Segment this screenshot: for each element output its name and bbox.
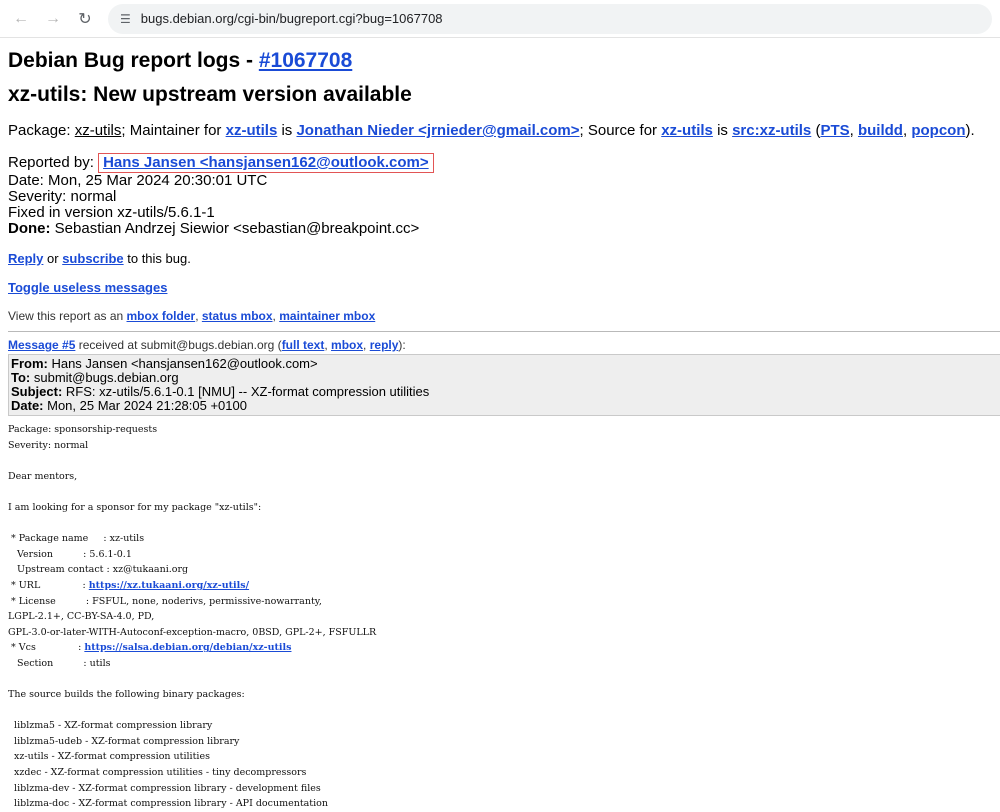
url-text: bugs.debian.org/cgi-bin/bugreport.cgi?bu… — [140, 11, 443, 26]
popcon-link[interactable]: popcon — [911, 122, 965, 139]
vcs-link[interactable]: https://salsa.debian.org/debian/xz-utils — [84, 642, 291, 653]
bug-number-link[interactable]: #1067708 — [259, 49, 352, 72]
forward-arrow-icon[interactable]: → — [40, 6, 66, 32]
src-link[interactable]: src:xz-utils — [732, 122, 811, 139]
severity: Severity: normal — [8, 188, 117, 205]
is-text: is — [277, 122, 297, 139]
header-date: Date: Mon, 25 Mar 2024 21:28:05 +0100 — [11, 399, 1000, 413]
paren-close: ). — [965, 122, 975, 139]
maintainer-package-link[interactable]: xz-utils — [226, 122, 278, 139]
page-title: Debian Bug report logs - #1067708 — [8, 48, 1000, 74]
view-prefix: View this report as an — [8, 309, 127, 323]
view-report-line: View this report as an mbox folder, stat… — [8, 309, 1000, 323]
message-body: Package: sponsorship-requests Severity: … — [8, 422, 1000, 812]
comma: , — [363, 338, 370, 352]
message-header-line: Message #5 received at submit@bugs.debia… — [8, 338, 1000, 352]
bug-info: Reported by: Hans Jansen <hansjansen162@… — [8, 153, 1000, 237]
paren-close: ): — [398, 338, 406, 352]
full-text-link[interactable]: full text — [282, 338, 325, 352]
done-label: Done: — [8, 220, 51, 237]
reported-by-row: Reported by: Hans Jansen <hansjansen162@… — [8, 153, 1000, 173]
source-prefix: ; Source for — [579, 122, 662, 139]
back-arrow-icon[interactable]: ← — [8, 6, 34, 32]
subject-label: Subject: — [11, 384, 63, 399]
reply-line: Reply or subscribe to this bug. — [8, 251, 1000, 266]
header-subject: Subject: RFS: xz-utils/5.6.1-0.1 [NMU] -… — [11, 385, 1000, 399]
to-label: To: — [11, 370, 31, 385]
message-reply-link[interactable]: reply — [370, 338, 399, 352]
done-value: Sebastian Andrzej Siewior <sebastian@bre… — [50, 220, 420, 237]
bug-subtitle: xz-utils: New upstream version available — [8, 83, 412, 106]
reporter-highlight: Hans Jansen <hansjansen162@outlook.com> — [98, 153, 434, 173]
address-bar[interactable]: ☰ bugs.debian.org/cgi-bin/bugreport.cgi?… — [108, 3, 992, 34]
reload-icon[interactable]: ↻ — [72, 6, 98, 32]
fixed-version: Fixed in version xz-utils/5.6.1-1 — [8, 204, 215, 221]
maintainer-prefix: ; Maintainer for — [121, 122, 226, 139]
or-text: or — [43, 251, 63, 266]
reply-link[interactable]: Reply — [8, 251, 43, 266]
status-mbox-link[interactable]: status mbox — [202, 309, 273, 323]
site-info-icon[interactable]: ☰ — [120, 12, 131, 26]
title-prefix: Debian Bug report logs - — [8, 49, 259, 72]
report-date: Date: Mon, 25 Mar 2024 20:30:01 UTC — [8, 172, 268, 189]
maintainer-mbox-link[interactable]: maintainer mbox — [279, 309, 375, 323]
header-to: To: submit@bugs.debian.org — [11, 371, 1000, 385]
comma: , — [849, 122, 858, 139]
package-line: Package: xz-utils; Maintainer for xz-uti… — [8, 122, 1000, 139]
package-label: Package: — [8, 122, 75, 139]
to-value: submit@bugs.debian.org — [30, 370, 179, 385]
date-value: Mon, 25 Mar 2024 21:28:05 +0100 — [43, 398, 247, 413]
header-from: From: Hans Jansen <hansjansen162@outlook… — [11, 357, 1000, 371]
browser-toolbar: ← → ↻ ☰ bugs.debian.org/cgi-bin/bugrepor… — [0, 0, 1000, 38]
reporter-link[interactable]: Hans Jansen <hansjansen162@outlook.com> — [103, 154, 429, 171]
mbox-folder-link[interactable]: mbox folder — [127, 309, 196, 323]
comma: , — [195, 309, 202, 323]
done-row: Done: Sebastian Andrzej Siewior <sebasti… — [8, 221, 1000, 237]
reported-by-label: Reported by: — [8, 154, 99, 171]
subject-value: RFS: xz-utils/5.6.1-0.1 [NMU] -- XZ-form… — [62, 384, 430, 399]
toggle-line: Toggle useless messages — [8, 280, 1000, 295]
page-content: Debian Bug report logs - #1067708 xz-uti… — [0, 38, 1000, 812]
message-headers: From: Hans Jansen <hansjansen162@outlook… — [8, 354, 1000, 416]
is-text-2: is — [712, 122, 733, 139]
body-text-1: Package: sponsorship-requests Severity: … — [8, 424, 262, 591]
reply-rest: to this bug. — [123, 251, 191, 266]
buildd-link[interactable]: buildd — [858, 122, 903, 139]
package-link[interactable]: xz-utils — [75, 122, 122, 139]
message-5-link[interactable]: Message #5 — [8, 338, 75, 352]
received-text: received at submit@bugs.debian.org ( — [75, 338, 282, 352]
date-label: Date: — [11, 398, 44, 413]
upstream-url-link[interactable]: https://xz.tukaani.org/xz-utils/ — [89, 580, 249, 591]
toggle-useless-messages-link[interactable]: Toggle useless messages — [8, 280, 167, 295]
from-value: Hans Jansen <hansjansen162@outlook.com> — [47, 356, 318, 371]
subscribe-link[interactable]: subscribe — [62, 251, 123, 266]
divider — [8, 331, 1000, 332]
source-package-link[interactable]: xz-utils — [661, 122, 713, 139]
from-label: From: — [11, 356, 48, 371]
maintainer-link[interactable]: Jonathan Nieder <jrnieder@gmail.com> — [296, 122, 579, 139]
pts-link[interactable]: PTS — [820, 122, 849, 139]
message-mbox-link[interactable]: mbox — [331, 338, 363, 352]
body-text-3: Section : utils The source builds the fo… — [8, 657, 329, 810]
